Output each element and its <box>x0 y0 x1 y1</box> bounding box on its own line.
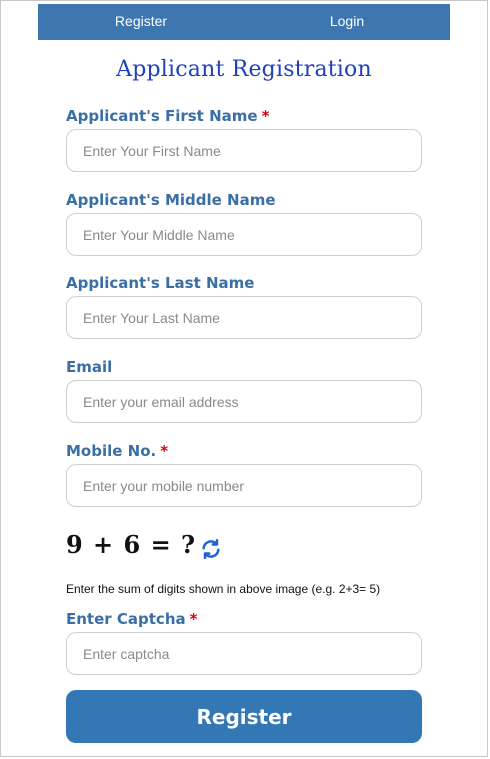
refresh-icon[interactable] <box>200 538 222 560</box>
required-marker: * <box>160 442 169 460</box>
mobile-label: Mobile No. <box>66 442 157 460</box>
register-button[interactable]: Register <box>66 690 422 743</box>
email-field[interactable] <box>66 380 422 423</box>
first-name-label: Applicant's First Name <box>66 107 258 125</box>
first-name-field[interactable] <box>66 129 422 172</box>
nav-register-link[interactable]: Register <box>38 4 244 40</box>
email-label: Email <box>66 358 113 376</box>
page-title: Applicant Registration <box>116 57 372 82</box>
mobile-field[interactable] <box>66 464 422 507</box>
middle-name-field[interactable] <box>66 213 422 256</box>
captcha-field[interactable] <box>66 632 422 675</box>
required-marker: * <box>261 107 270 125</box>
middle-name-label-row: Applicant's Middle Name <box>66 191 276 209</box>
captcha-label: Enter Captcha <box>66 610 186 628</box>
required-marker: * <box>189 610 198 628</box>
captcha-hint: Enter the sum of digits shown in above i… <box>66 582 381 596</box>
captcha-image: 9 + 6 = ? <box>66 530 197 559</box>
top-nav: Register Login <box>38 4 450 40</box>
mobile-label-row: Mobile No. * <box>66 442 168 460</box>
first-name-label-row: Applicant's First Name * <box>66 107 269 125</box>
nav-login-link[interactable]: Login <box>244 4 450 40</box>
last-name-field[interactable] <box>66 296 422 339</box>
last-name-label-row: Applicant's Last Name <box>66 274 254 292</box>
email-label-row: Email <box>66 358 112 376</box>
middle-name-label: Applicant's Middle Name <box>66 191 276 209</box>
captcha-label-row: Enter Captcha * <box>66 610 197 628</box>
last-name-label: Applicant's Last Name <box>66 274 255 292</box>
